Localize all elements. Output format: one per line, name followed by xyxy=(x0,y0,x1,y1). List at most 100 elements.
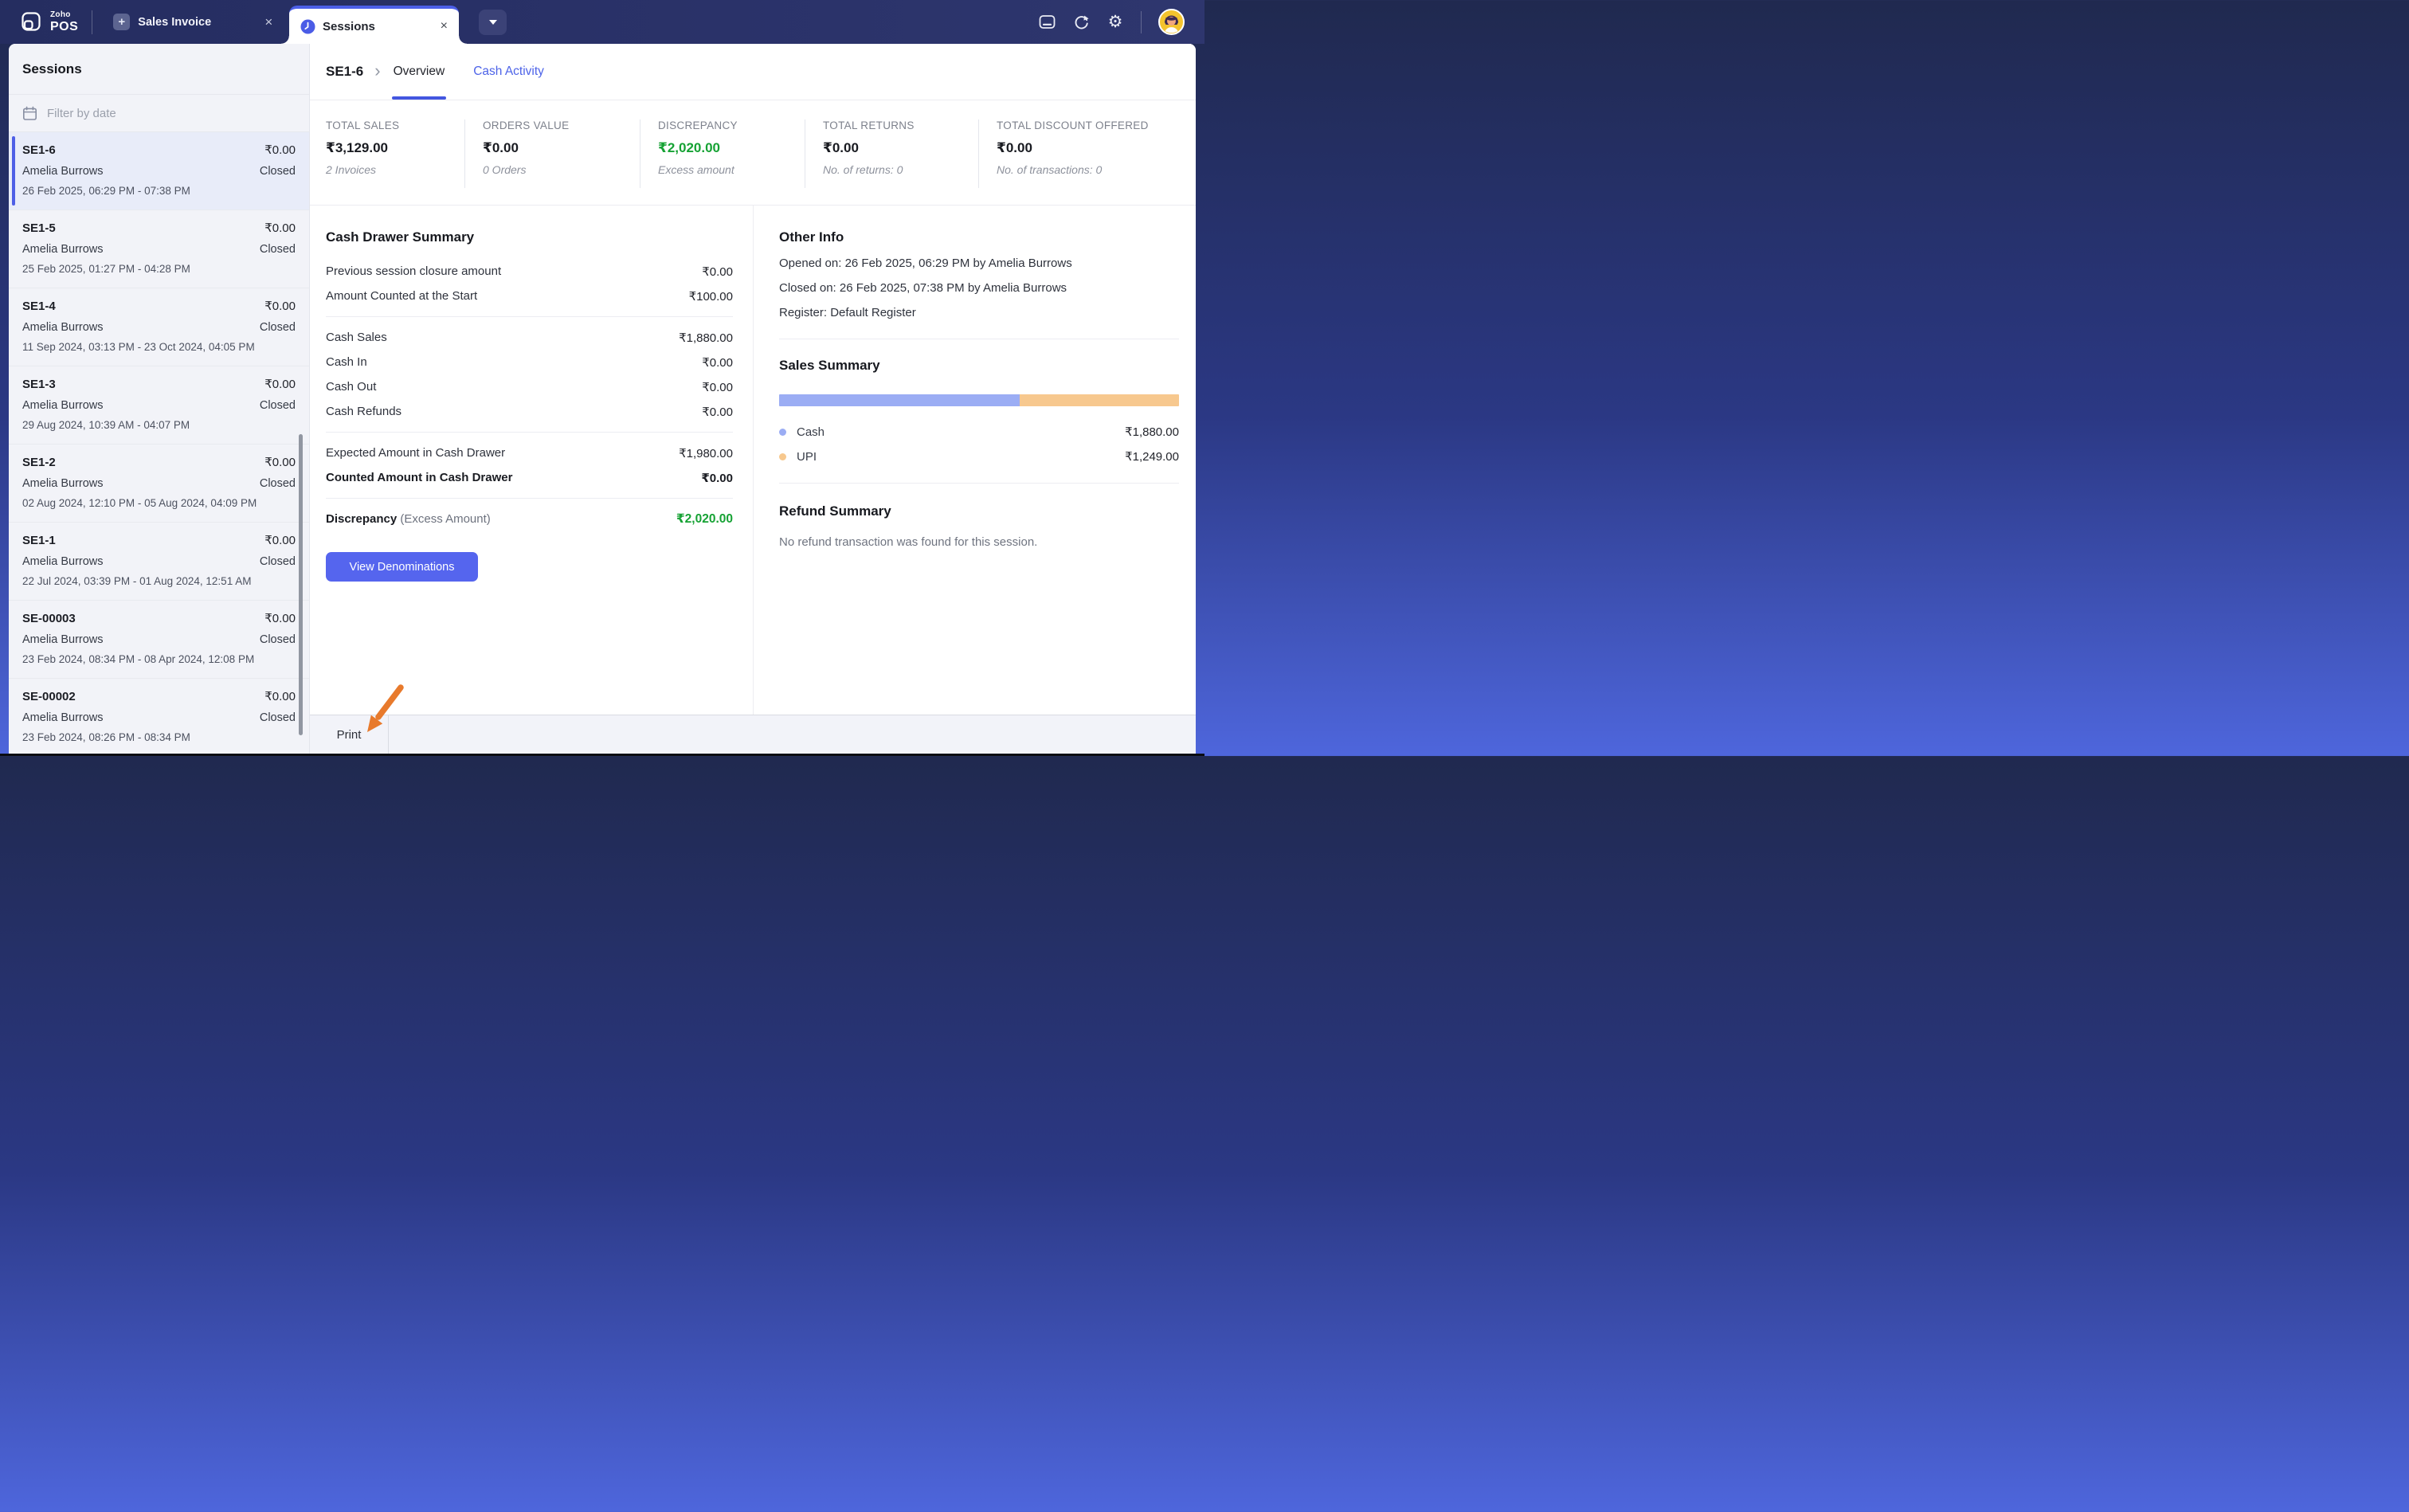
sales-summary-title: Sales Summary xyxy=(779,358,1179,374)
session-user: Amelia Burrows xyxy=(22,321,104,334)
cash-drawer-button[interactable] xyxy=(1038,14,1056,31)
brand-pos: POS xyxy=(50,21,78,33)
session-period: 26 Feb 2025, 06:29 PM - 07:38 PM xyxy=(22,185,296,197)
clock-icon xyxy=(300,19,315,34)
tab-sessions[interactable]: Sessions × xyxy=(289,6,459,44)
session-code: SE-00002 xyxy=(22,690,76,703)
row-expected-amount: Expected Amount in Cash Drawer₹1,980.00 xyxy=(326,441,733,465)
tab-sessions-label: Sessions xyxy=(323,20,375,33)
divider xyxy=(326,432,733,433)
session-list-item[interactable]: SE1-1 ₹0.00 Amelia Burrows Closed 22 Jul 2… xyxy=(9,523,309,601)
session-amount: ₹0.00 xyxy=(264,143,296,157)
session-user: Amelia Burrows xyxy=(22,555,104,568)
session-list-item[interactable]: SE-00002₹0.00 Amelia BurrowsClosed 23 Fe… xyxy=(9,679,309,754)
register-line: Register: Default Register xyxy=(779,306,1179,319)
session-list-item[interactable]: SE1-3₹0.00 Amelia BurrowsClosed 29 Aug 2… xyxy=(9,366,309,445)
refresh-icon xyxy=(1073,14,1090,30)
close-sales-invoice-icon[interactable]: × xyxy=(264,14,272,30)
sidebar-scrollbar[interactable] xyxy=(299,434,303,735)
sessions-sidebar: Sessions Filter by date SE1-6₹0.00 Ameli… xyxy=(9,44,310,754)
cash-drawer-summary-section: Cash Drawer Summary Previous session clo… xyxy=(310,206,753,715)
tab-overview[interactable]: Overview xyxy=(394,44,445,100)
session-code: SE1-3 xyxy=(22,378,56,391)
session-period: 23 Feb 2024, 08:26 PM - 08:34 PM xyxy=(22,731,296,743)
session-list-item[interactable]: SE1-2₹0.00 Amelia BurrowsClosed 02 Aug 2… xyxy=(9,445,309,523)
session-amount: ₹0.00 xyxy=(264,689,296,703)
session-amount: ₹0.00 xyxy=(264,455,296,469)
tab-list-dropdown-button[interactable] xyxy=(479,10,507,35)
session-amount: ₹0.00 xyxy=(264,377,296,391)
tab-sales-invoice-label: Sales Invoice xyxy=(138,16,211,29)
closed-on-line: Closed on: 26 Feb 2025, 07:38 PM by Amel… xyxy=(779,281,1179,295)
calendar-icon xyxy=(22,106,37,121)
stat-total-sales: TOTAL SALES ₹3,129.00 2 Invoices xyxy=(326,119,464,188)
other-info-title: Other Info xyxy=(779,229,1179,245)
session-amount: ₹0.00 xyxy=(264,533,296,547)
session-status: Closed xyxy=(260,243,296,256)
session-status: Closed xyxy=(260,633,296,646)
session-period: 29 Aug 2024, 10:39 AM - 04:07 PM xyxy=(22,419,296,431)
session-list-item[interactable]: SE1-5₹0.00 Amelia BurrowsClosed 25 Feb 2… xyxy=(9,210,309,288)
stat-discrepancy: DISCREPANCY ₹2,020.00 Excess amount xyxy=(640,119,805,188)
session-code: SE1-1 xyxy=(22,534,56,547)
session-code: SE1-2 xyxy=(22,456,56,469)
session-user: Amelia Burrows xyxy=(22,477,104,490)
zoho-pos-logo: Zoho POS xyxy=(19,10,78,34)
session-period: 25 Feb 2025, 01:27 PM - 04:28 PM xyxy=(22,263,296,275)
session-list-item[interactable]: SE-00003₹0.00 Amelia BurrowsClosed 23 Fe… xyxy=(9,601,309,679)
avatar-icon xyxy=(1158,9,1185,35)
session-period: 22 Jul 2024, 03:39 PM - 01 Aug 2024, 12:… xyxy=(22,575,296,587)
session-list-item[interactable]: SE1-4₹0.00 Amelia BurrowsClosed 11 Sep 2… xyxy=(9,288,309,366)
row-previous-closure: Previous session closure amount₹0.00 xyxy=(326,259,733,284)
row-amount-counted-start: Amount Counted at the Start₹100.00 xyxy=(326,284,733,308)
upi-legend-dot xyxy=(779,453,786,460)
brand-zoho: Zoho xyxy=(50,11,78,19)
cash-legend-dot xyxy=(779,429,786,436)
gear-icon: ⚙ xyxy=(1108,14,1123,30)
zoho-pos-logo-icon xyxy=(19,10,43,34)
legend-row-upi: UPI ₹1,249.00 xyxy=(779,449,1179,464)
chevron-right-icon: › xyxy=(374,61,380,81)
tab-cash-activity[interactable]: Cash Activity xyxy=(473,44,544,100)
filter-by-date-input[interactable]: Filter by date xyxy=(9,95,309,132)
session-user: Amelia Burrows xyxy=(22,165,104,178)
row-cash-out: Cash Out₹0.00 xyxy=(326,374,733,399)
close-sessions-icon[interactable]: × xyxy=(441,19,448,33)
refund-empty-message: No refund transaction was found for this… xyxy=(779,535,1179,549)
plus-icon: + xyxy=(113,14,130,30)
sales-summary-stacked-bar xyxy=(779,394,1179,406)
session-code: SE-00003 xyxy=(22,612,76,625)
print-button[interactable]: Print xyxy=(310,715,389,754)
session-user: Amelia Burrows xyxy=(22,243,104,256)
view-denominations-button[interactable]: View Denominations xyxy=(326,552,478,582)
session-status: Closed xyxy=(260,555,296,568)
chevron-down-icon xyxy=(489,20,497,25)
session-user: Amelia Burrows xyxy=(22,633,104,646)
row-discrepancy: Discrepancy (Excess Amount) ₹2,020.00 xyxy=(326,507,733,531)
session-status: Closed xyxy=(260,711,296,724)
session-period: 11 Sep 2024, 03:13 PM - 23 Oct 2024, 04:… xyxy=(22,341,296,353)
legend-row-cash: Cash ₹1,880.00 xyxy=(779,425,1179,439)
cash-drawer-icon xyxy=(1039,14,1056,29)
session-status: Closed xyxy=(260,165,296,178)
session-status: Closed xyxy=(260,321,296,334)
selected-indicator xyxy=(12,136,15,206)
session-amount: ₹0.00 xyxy=(264,611,296,625)
breadcrumb: SE1-6 xyxy=(326,64,363,80)
session-period: 02 Aug 2024, 12:10 PM - 05 Aug 2024, 04:… xyxy=(22,497,296,509)
sync-button[interactable] xyxy=(1072,14,1090,31)
divider xyxy=(326,498,733,499)
top-bar: Zoho POS + Sales Invoice × Sessions × xyxy=(0,0,1204,44)
opened-on-line: Opened on: 26 Feb 2025, 06:29 PM by Amel… xyxy=(779,257,1179,270)
row-cash-sales: Cash Sales₹1,880.00 xyxy=(326,325,733,350)
settings-button[interactable]: ⚙ xyxy=(1107,14,1124,31)
bar-segment-upi xyxy=(1020,394,1179,406)
refund-summary-title: Refund Summary xyxy=(779,503,1179,519)
session-list-item[interactable]: SE1-6₹0.00 Amelia BurrowsClosed 26 Feb 2… xyxy=(9,132,309,210)
user-avatar[interactable] xyxy=(1158,9,1185,35)
app-window: Sessions Filter by date SE1-6₹0.00 Ameli… xyxy=(9,44,1196,754)
row-counted-amount: Counted Amount in Cash Drawer₹0.00 xyxy=(326,465,733,490)
window-bottom-edge xyxy=(0,754,1204,756)
row-cash-in: Cash In₹0.00 xyxy=(326,350,733,374)
tab-sales-invoice[interactable]: + Sales Invoice × xyxy=(113,14,272,30)
